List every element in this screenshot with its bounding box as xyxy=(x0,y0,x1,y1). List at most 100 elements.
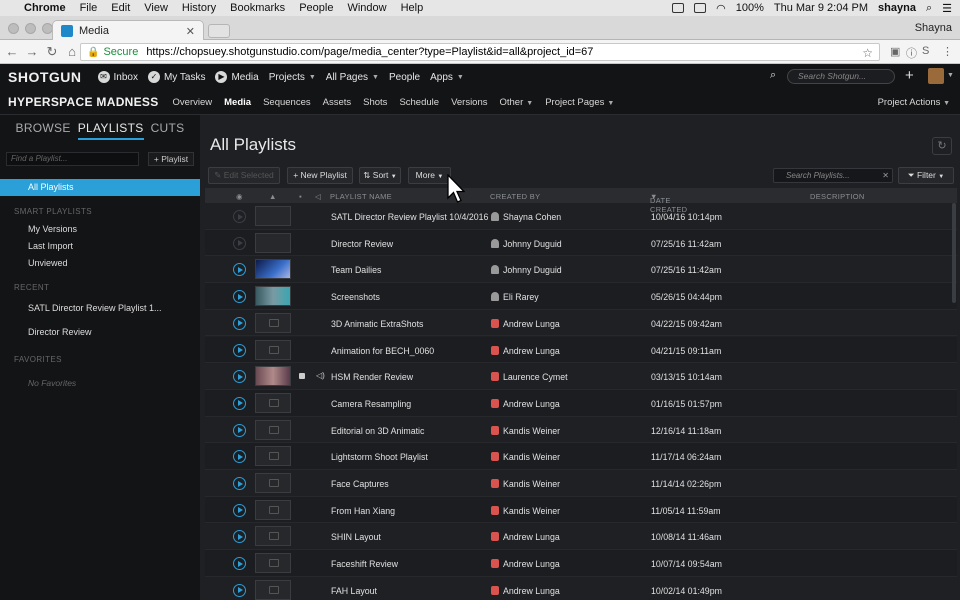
playlist-thumbnail[interactable] xyxy=(255,286,291,307)
mac-user[interactable]: shayna xyxy=(878,2,916,14)
playlist-name[interactable]: FAH Layout xyxy=(331,586,377,596)
proj-tab-sequences[interactable]: Sequences xyxy=(263,97,311,108)
caret-down-icon[interactable]: ▼ xyxy=(947,72,954,79)
play-icon[interactable] xyxy=(233,583,246,597)
header-vol-icon[interactable]: ◁ xyxy=(315,192,321,201)
info-icon[interactable]: ⓘ xyxy=(906,45,917,61)
proj-tab-versions[interactable]: Versions xyxy=(451,97,487,108)
created-by[interactable]: Andrew Lunga xyxy=(491,318,560,329)
minimize-window-button[interactable] xyxy=(25,23,36,34)
created-by[interactable]: Andrew Lunga xyxy=(491,585,560,596)
add-icon[interactable]: + xyxy=(905,67,914,84)
close-tab-icon[interactable]: ✕ xyxy=(186,25,195,38)
created-by[interactable]: Johnny Duguid xyxy=(491,265,562,275)
sidebar-item-all-playlists[interactable]: All Playlists xyxy=(0,179,200,196)
play-icon[interactable] xyxy=(233,370,246,384)
table-row[interactable]: 3D Animatic ExtraShots Andrew Lunga 04/22/… xyxy=(205,310,957,337)
proj-tab-other[interactable]: Other ▼ xyxy=(500,97,534,108)
created-by[interactable]: Kandis Weiner xyxy=(491,505,560,516)
new-playlist-button[interactable]: + New Playlist xyxy=(287,167,353,184)
playlist-thumbnail[interactable] xyxy=(255,392,291,413)
playlist-thumbnail[interactable] xyxy=(255,232,291,253)
menu-file[interactable]: File xyxy=(80,2,98,14)
filter-button[interactable]: ⏷ Filter ▼ xyxy=(898,167,954,184)
playlist-name[interactable]: 3D Animatic ExtraShots xyxy=(331,319,423,329)
playlist-name[interactable]: Face Captures xyxy=(331,479,389,489)
table-row[interactable]: Director Review Johnny Duguid 07/25/16 11:… xyxy=(205,229,957,257)
table-row[interactable]: Lightstorm Shoot Playlist Kandis Weiner 11… xyxy=(205,443,957,470)
bookmark-star-icon[interactable]: ☆ xyxy=(862,46,873,60)
nav-projects[interactable]: Projects ▼ xyxy=(269,72,316,83)
header-play-icon[interactable]: ◉ xyxy=(236,192,243,201)
proj-tab-media[interactable]: Media xyxy=(224,97,251,108)
playlist-name[interactable]: SHIN Layout xyxy=(331,532,381,542)
play-icon[interactable] xyxy=(233,396,246,410)
play-icon[interactable] xyxy=(233,503,246,517)
proj-tab-overview[interactable]: Overview xyxy=(173,97,213,108)
table-row[interactable]: FAH Layout Andrew Lunga 10/02/14 01:49pm xyxy=(205,577,957,600)
proj-tab-project-pages[interactable]: Project Pages ▼ xyxy=(545,97,614,108)
back-icon[interactable]: ← xyxy=(4,44,20,59)
playlist-name[interactable]: From Han Xiang xyxy=(331,506,395,516)
play-icon[interactable] xyxy=(233,263,246,277)
playlist-thumbnail[interactable] xyxy=(255,579,291,600)
created-by[interactable]: Kandis Weiner xyxy=(491,479,560,489)
play-icon[interactable] xyxy=(233,530,246,544)
grid-scrollbar[interactable] xyxy=(952,203,956,303)
playlist-thumbnail[interactable] xyxy=(255,473,291,493)
nav-people[interactable]: People xyxy=(389,72,420,83)
playlist-name[interactable]: Faceshift Review xyxy=(331,559,398,569)
header-lock-icon[interactable]: ▪ xyxy=(299,192,302,201)
table-row[interactable]: Camera Resampling Andrew Lunga 01/16/15 01… xyxy=(205,389,957,417)
table-row[interactable]: Editorial on 3D Animatic Kandis Weiner 12/… xyxy=(205,417,957,444)
sidebar-item-unviewed[interactable]: Unviewed xyxy=(28,258,68,268)
header-created-by[interactable]: CREATED BY xyxy=(490,192,540,201)
table-row[interactable]: From Han Xiang Kandis Weiner 11/05/14 11:5… xyxy=(205,496,957,524)
sidebar-item-recent-satl[interactable]: SATL Director Review Playlist 1... xyxy=(28,303,162,313)
menu-bookmarks[interactable]: Bookmarks xyxy=(230,2,285,14)
project-name[interactable]: HYPERSPACE MADNESS xyxy=(8,95,159,109)
nav-all-pages[interactable]: All Pages ▼ xyxy=(326,72,379,83)
clear-search-icon[interactable]: ✕ xyxy=(882,169,889,182)
playlist-thumbnail[interactable] xyxy=(255,499,291,520)
menu-people[interactable]: People xyxy=(299,2,333,14)
created-by[interactable]: Andrew Lunga xyxy=(491,345,560,356)
clock[interactable]: Thu Mar 9 2:04 PM xyxy=(774,2,868,14)
playlist-thumbnail[interactable] xyxy=(255,206,291,226)
proj-tab-shots[interactable]: Shots xyxy=(363,97,387,108)
global-search-input[interactable]: Search Shotgun... xyxy=(787,69,895,84)
search-playlists-input[interactable]: Search Playlists... ✕ xyxy=(773,168,893,183)
playlist-thumbnail[interactable] xyxy=(255,259,291,280)
nav-apps[interactable]: Apps ▼ xyxy=(430,72,464,83)
playlist-name[interactable]: HSM Render Review xyxy=(331,372,413,382)
created-by[interactable]: Eli Rarey xyxy=(491,292,539,302)
header-description[interactable]: DESCRIPTION xyxy=(810,192,865,201)
shotgun-logo[interactable]: SHOTGUN xyxy=(8,69,82,85)
home-icon[interactable]: ⌂ xyxy=(64,44,80,59)
new-tab-button[interactable] xyxy=(208,24,230,38)
search-icon[interactable]: ⌕ xyxy=(770,69,776,82)
playlist-name[interactable]: SATL Director Review Playlist 10/4/2016 xyxy=(331,212,488,222)
table-row[interactable]: Faceshift Review Andrew Lunga 10/07/14 09:… xyxy=(205,550,957,577)
menu-edit[interactable]: Edit xyxy=(111,2,130,14)
created-by[interactable]: Kandis Weiner xyxy=(491,425,560,436)
playlist-name[interactable]: Screenshots xyxy=(331,292,380,302)
extension-s-icon[interactable]: S xyxy=(922,45,929,57)
playlist-name[interactable]: Team Dailies xyxy=(331,265,381,275)
keyboard-icon[interactable] xyxy=(694,3,707,13)
sidebar-item-last-import[interactable]: Last Import xyxy=(28,241,73,251)
play-icon[interactable] xyxy=(233,316,246,330)
play-icon[interactable] xyxy=(233,210,246,223)
created-by[interactable]: Kandis Weiner xyxy=(491,452,560,462)
menu-view[interactable]: View xyxy=(144,2,168,14)
created-by[interactable]: Laurence Cymet xyxy=(491,372,568,382)
play-icon[interactable] xyxy=(233,290,246,304)
play-icon[interactable] xyxy=(233,557,246,571)
playlist-thumbnail[interactable] xyxy=(255,526,291,547)
nav-media[interactable]: ▶ Media xyxy=(215,71,259,83)
header-date-created[interactable]: DATE CREATED ▼ xyxy=(650,192,687,214)
play-icon[interactable] xyxy=(233,236,246,250)
refresh-icon[interactable]: ↻ xyxy=(932,137,952,155)
project-actions-button[interactable]: Project Actions ▼ xyxy=(878,97,950,108)
playlist-name[interactable]: Director Review xyxy=(331,239,393,249)
